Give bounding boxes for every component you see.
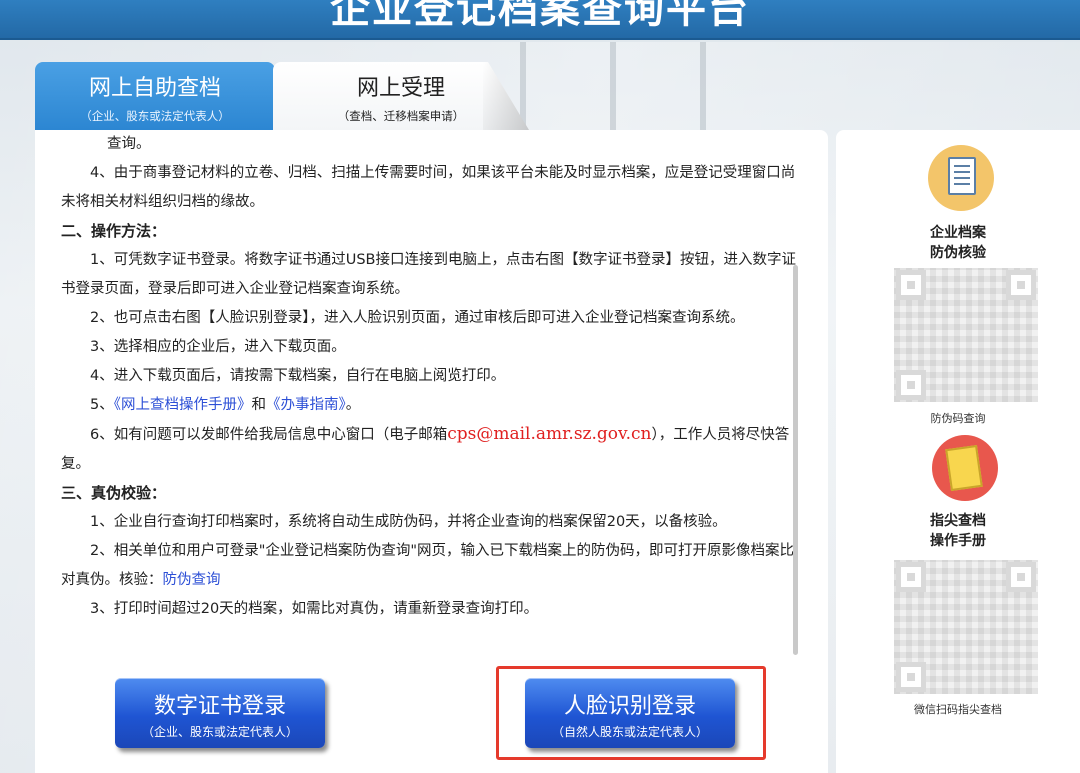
qr-finder [896, 562, 926, 592]
anti-fake-caption: 防伪码查询 [930, 412, 986, 425]
label-line: 防伪核验 [930, 245, 986, 261]
manual-link[interactable]: 《网上查档操作手册》 [114, 397, 252, 413]
paragraph: 查询。 [107, 136, 151, 152]
notepad-pen-icon[interactable] [932, 435, 998, 501]
paragraph: 1、企业自行查询打印档案时，系统将自动生成防伪码，并将企业查询的档案保留20天，… [90, 514, 727, 530]
instructions-content[interactable]: 查询。 4、由于商事登记材料的立卷、归档、扫描上传需要时间，如果该平台未能及时显… [61, 130, 801, 645]
paragraph: 2、也可点击右图【人脸识别登录】，进入人脸识别页面，通过审核后即可进入企业登记档… [90, 310, 745, 326]
label-line: 操作手册 [930, 533, 986, 549]
text: 5、 [90, 397, 114, 413]
text: 。 [345, 397, 361, 413]
page-title: 企业登记档案查询平台 [330, 0, 750, 32]
wechat-caption: 微信扫码指尖查档 [914, 703, 1002, 716]
label-line: 指尖查档 [930, 513, 986, 529]
side-panel: 企业档案 防伪核验 防伪码查询 指尖查档 操作手册 微信扫码指尖查档 [836, 130, 1080, 773]
qr-finder [896, 370, 926, 400]
guide-link[interactable]: 《办事指南》 [266, 397, 346, 413]
anti-fake-check-title[interactable]: 企业档案 防伪核验 [836, 223, 1080, 263]
highlight-box [496, 666, 766, 760]
tab-label: 网上自助查档 [88, 76, 221, 101]
note-glyph [945, 444, 983, 492]
paragraph: 2、相关单位和用户可登录"企业登记档案防伪查询"网页，输入已下载档案上的防伪码，… [61, 537, 801, 595]
label-line: 企业档案 [930, 225, 986, 241]
qr-finder [896, 270, 926, 300]
button-sublabel: （企业、股东或法定代表人） [141, 725, 298, 739]
tab-online-acceptance[interactable]: 网上受理 （查档、迁移档案申请） [273, 62, 529, 130]
anti-fake-qr-code [894, 268, 1038, 402]
paragraph: 1、可凭数字证书登录。将数字证书通过USB接口连接到电脑上，点击右图【数字证书登… [61, 252, 796, 297]
qr-finder [1006, 562, 1036, 592]
paragraph: 6、如有问题可以发邮件给我局信息中心窗口（电子邮箱cps@mail.amr.sz… [61, 420, 801, 479]
paragraph: 3、打印时间超过20天的档案，如需比对真伪，请重新登录查询打印。 [90, 601, 539, 617]
wechat-qr-code [894, 560, 1038, 694]
paragraph: 3、选择相应的企业后，进入下载页面。 [90, 339, 346, 355]
paragraph: 4、进入下载页面后，请按需下载档案，自行在电脑上阅览打印。 [90, 368, 506, 384]
section-heading: 二、操作方法： [61, 222, 167, 240]
text: 和 [251, 397, 266, 413]
paragraph: 5、《网上查档操作手册》和《办事指南》。 [61, 391, 801, 420]
digital-certificate-login-button[interactable]: 数字证书登录 （企业、股东或法定代表人） [115, 678, 325, 748]
main-panel: 查询。 4、由于商事登记材料的立卷、归档、扫描上传需要时间，如果该平台未能及时显… [35, 130, 828, 773]
clipboard-check-icon[interactable] [928, 145, 994, 211]
text: 6、如有问题可以发邮件给我局信息中心窗口（电子邮箱 [90, 427, 448, 443]
section-heading: 三、真伪校验： [61, 484, 167, 502]
document-glyph [948, 157, 976, 195]
header-band: 企业登记档案查询平台 [0, 0, 1080, 40]
email-address[interactable]: cps@mail.amr.sz.gov.cn [447, 424, 651, 444]
button-label: 数字证书登录 [153, 694, 286, 719]
scrollbar[interactable] [793, 265, 798, 655]
tab-sublabel: （企业、股东或法定代表人） [80, 109, 230, 123]
anti-fake-query-link[interactable]: 防伪查询 [163, 572, 221, 588]
qr-finder [896, 662, 926, 692]
tab-self-service-query[interactable]: 网上自助查档 （企业、股东或法定代表人） [35, 62, 275, 130]
fingertip-manual-title[interactable]: 指尖查档 操作手册 [836, 511, 1080, 551]
paragraph: 4、由于商事登记材料的立卷、归档、扫描上传需要时间，如果该平台未能及时显示档案，… [61, 165, 796, 210]
qr-finder [1006, 270, 1036, 300]
